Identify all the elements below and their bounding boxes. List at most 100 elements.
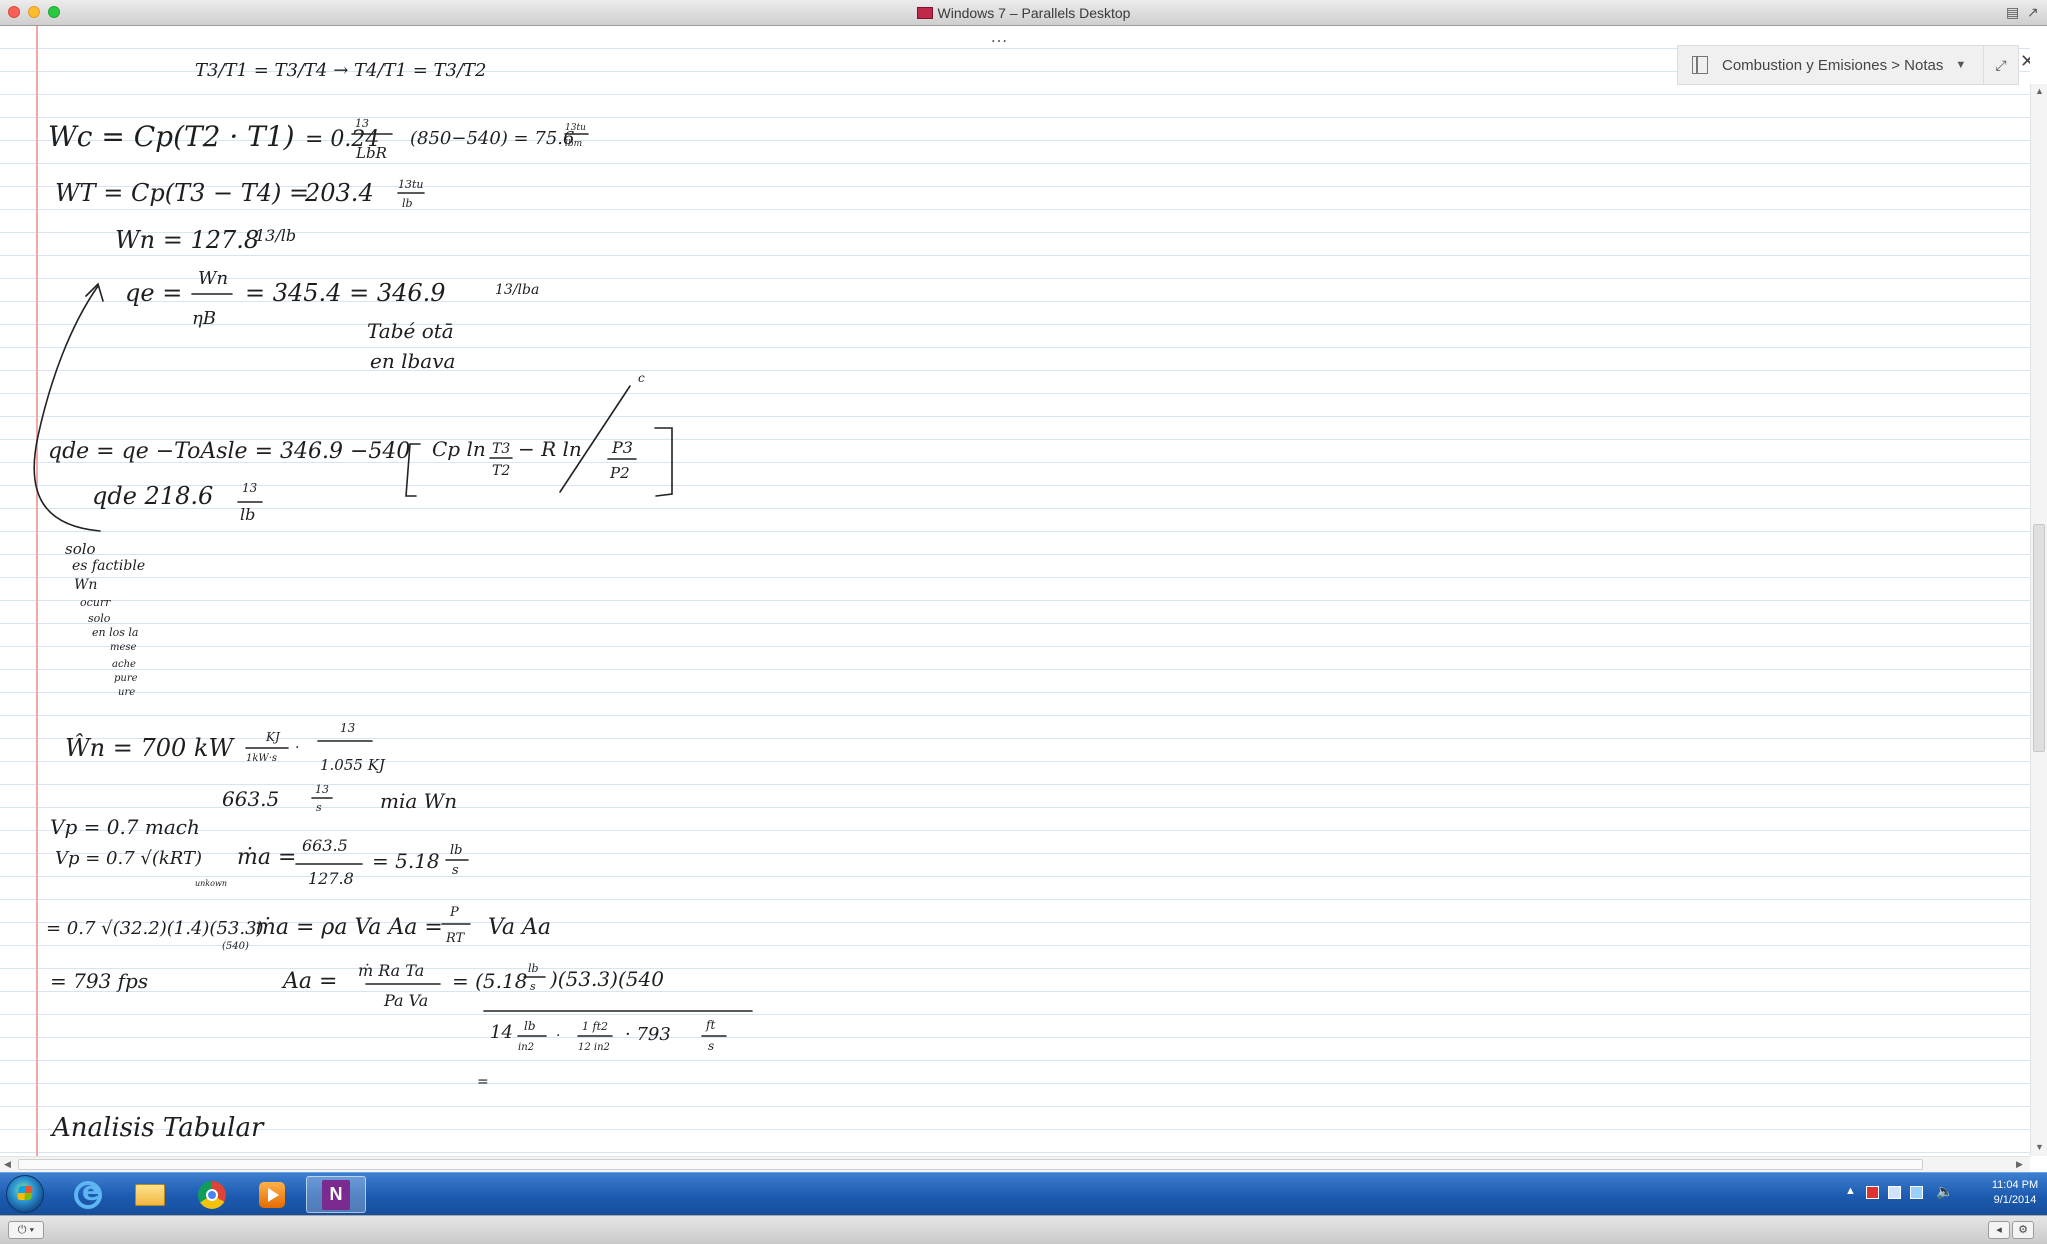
show-hidden-icons-button[interactable]: ▲ <box>1845 1185 1856 1197</box>
back-button[interactable]: ◂ <box>1988 1221 2010 1239</box>
ink-table-note: Tabé otā <box>367 319 454 343</box>
windows-taskbar: N ▲ 🔈 11:04 PM 9/1/2014 <box>0 1172 2047 1215</box>
start-button[interactable] <box>6 1175 44 1213</box>
action-center-icon[interactable] <box>1866 1186 1879 1199</box>
ink-unit-top: 13tu <box>565 123 586 133</box>
ink-r-ln: − R ln <box>518 437 582 461</box>
ink-vp-formula: Vp = 0.7 √(kRT) <box>55 848 202 869</box>
ink-analisis: Analisis Tabular <box>50 1113 265 1143</box>
ie-icon <box>74 1177 102 1209</box>
vertical-scroll-thumb[interactable] <box>2033 524 2045 752</box>
ink-540: (540) <box>222 941 249 952</box>
handwritten-ink-layer: T3/T1 = T3/T4 → T4/T1 = T3/T2 Wc = Cp(T2… <box>33 60 753 1143</box>
ink-793-fps: = 793 fps <box>50 969 148 993</box>
ink-qe-unit: 13/lba <box>495 282 539 298</box>
ink-aa: Aa = <box>281 969 337 994</box>
ink-frac-top: 13 <box>355 117 369 130</box>
ink-ma-result: = 5.18 <box>372 849 440 873</box>
media-player-icon <box>259 1181 285 1208</box>
clock-time: 11:04 PM <box>1991 1179 2039 1191</box>
ink-vp-calc: = 0.7 √(32.2)(1.4)(53.3) <box>46 918 264 939</box>
ink-wn-power: Ŵn = 700 kW <box>65 733 235 762</box>
ink-va-aa: Va Aa <box>488 915 551 940</box>
gear-icon[interactable]: ⚙ <box>2012 1221 2034 1239</box>
ink-aa-den: Pa Va <box>383 991 428 1010</box>
ink-ma-unit-bottom: s <box>452 863 459 878</box>
taskbar-media-player-button[interactable] <box>246 1176 298 1213</box>
horizontal-scrollbar[interactable]: ◀ ▶ <box>0 1156 2030 1172</box>
ink-vp-mach: Vp = 0.7 mach <box>50 815 200 839</box>
scroll-down-arrow-icon[interactable]: ▼ <box>2035 1142 2044 1152</box>
ink-qe-num: Wn <box>198 268 228 289</box>
volume-icon[interactable]: 🔈 <box>1936 1183 1953 1200</box>
ink-unknown-note: unkown <box>195 879 227 888</box>
parallels-tray-icon[interactable] <box>1888 1186 1901 1199</box>
ink-aa-sub: = (5.18 <box>452 969 527 993</box>
ink-p3: P3 <box>611 438 633 457</box>
ink-qde-unit-top: 13 <box>242 481 258 495</box>
ink-qe: qe = <box>125 279 182 307</box>
ink-side-note-4: ocurr <box>80 596 111 609</box>
ink-equals: = <box>477 1074 489 1090</box>
scroll-right-arrow-icon[interactable]: ▶ <box>2016 1159 2023 1170</box>
ink-lb-in2-top: lb <box>524 1019 536 1033</box>
ink-side-note-2: es factible <box>72 558 145 574</box>
onenote-page-canvas[interactable]: … ✕ Combustion y Emisiones > Notas ▼ ⤢ T… <box>0 26 2030 1156</box>
ink-p2: P2 <box>609 464 630 482</box>
ink-arrow-curve <box>33 285 101 532</box>
ink-side-note-6: en los la <box>92 626 138 639</box>
mac-title-bar: Windows 7 – Parallels Desktop ▤ ↗ <box>0 0 2047 26</box>
ink-lb-in2-bottom: in2 <box>518 1042 534 1053</box>
ink-side-note-5: solo <box>88 612 111 625</box>
vertical-scrollbar[interactable]: ▲ ▼ <box>2030 84 2047 1156</box>
taskbar-explorer-button[interactable] <box>124 1176 176 1213</box>
ink-wt: WT = Cp(T3 − T4) = <box>55 179 309 207</box>
ink-ma: ṁa = <box>237 845 296 870</box>
ink-kj-top: KJ <box>265 730 281 744</box>
scroll-left-arrow-icon[interactable]: ◀ <box>4 1159 11 1170</box>
ink-qe-den: ηB <box>192 308 216 329</box>
ink-side-note-7: mese <box>110 642 137 653</box>
ink-ft-bottom: s <box>708 1039 714 1053</box>
ink-qde-unit-bottom: lb <box>240 505 255 524</box>
ink-frac-bottom: LbR <box>355 144 387 162</box>
ink-t3: T3 <box>492 441 510 457</box>
taskbar-onenote-button[interactable]: N <box>306 1176 366 1213</box>
ink-t2: T2 <box>492 463 510 479</box>
horizontal-scroll-thumb[interactable] <box>18 1159 1923 1170</box>
parallels-icon <box>916 7 933 19</box>
taskbar-ie-button[interactable] <box>62 1176 114 1213</box>
ink-wc-result: (850−540) = 75.6 <box>410 128 574 149</box>
taskbar-chrome-button[interactable] <box>186 1176 238 1213</box>
ink-ft2-bottom: 12 in2 <box>578 1042 610 1053</box>
scroll-up-arrow-icon[interactable]: ▲ <box>2035 86 2044 96</box>
ink-side-note-1: solo <box>65 540 96 558</box>
clock-date: 9/1/2014 <box>1993 1194 2037 1206</box>
ink-qde-result: qde 218.6 <box>92 482 213 510</box>
ink-side-note-9: pure <box>114 673 138 684</box>
fullscreen-icon[interactable]: ▤ <box>2006 4 2019 21</box>
power-button[interactable]: ⏻ ▾ <box>8 1221 44 1239</box>
ink-qe-value: = 345.4 = 346.9 <box>245 279 446 307</box>
ink-unit-bottom: lbm <box>565 139 582 149</box>
system-clock[interactable]: 11:04 PM 9/1/2014 <box>1985 1178 2045 1208</box>
ink-p-top: P <box>449 905 459 920</box>
ink-dot-2: · <box>556 1028 560 1044</box>
ink-wn: Wn = 127.8 <box>115 226 259 254</box>
ink-wt-value: 203.4 <box>304 179 374 207</box>
onenote-icon: N <box>322 1179 350 1210</box>
ink-wt-unit-bottom: lb <box>402 197 413 210</box>
ink-side-note-8: ache <box>112 659 136 670</box>
network-icon[interactable] <box>1910 1186 1923 1199</box>
ink-btu-bottom: 1.055 KJ <box>320 756 386 774</box>
ink-aa-lb-bottom: s <box>530 980 536 993</box>
ink-bracket-right <box>654 427 673 497</box>
ink-wc: Wc = Cp(T2 · T1) <box>48 120 295 153</box>
ink-side-note-3: Wn <box>74 577 97 593</box>
window-title: Windows 7 – Parallels Desktop <box>0 5 2047 21</box>
ink-ft2-top: 1 ft2 <box>582 1020 608 1033</box>
ink-qde: qde = qe −ToAsle = 346.9 −540 <box>48 439 410 464</box>
ink-793: · 793 <box>625 1024 671 1045</box>
resize-icon[interactable]: ↗ <box>2027 4 2039 21</box>
ink-btu-top: 13 <box>340 721 356 735</box>
